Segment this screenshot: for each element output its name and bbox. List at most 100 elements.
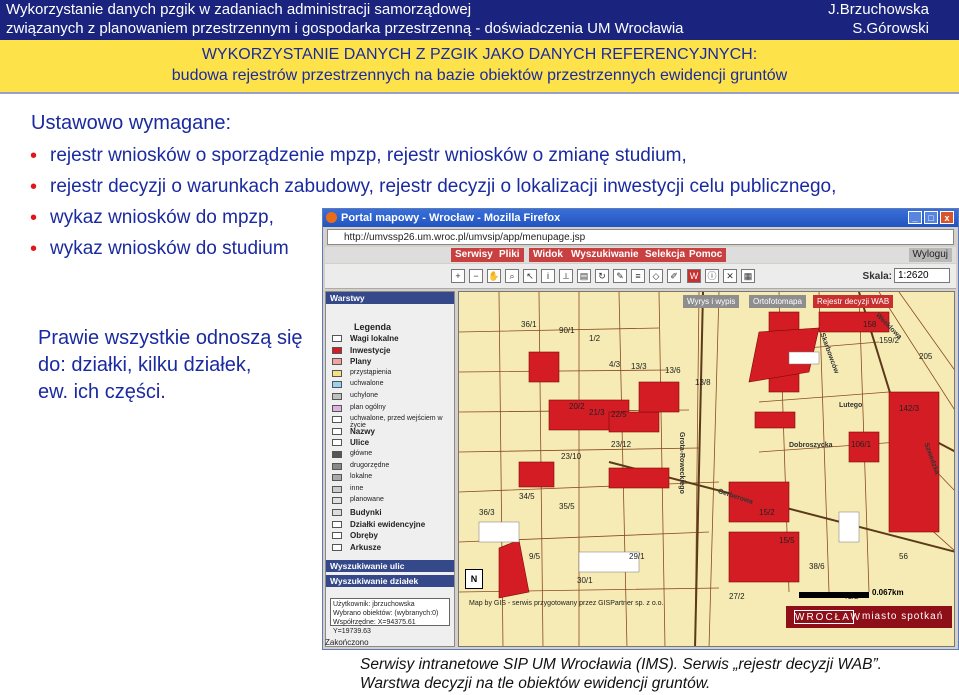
legend-swatch[interactable] <box>332 439 342 447</box>
minimize-icon[interactable]: _ <box>908 211 922 224</box>
parcel-number: 106/1 <box>851 440 872 449</box>
parcel-number: 34/5 <box>519 492 535 501</box>
parcel-number: 1/2 <box>589 334 601 343</box>
browser-status: Zakończono <box>325 638 369 647</box>
legend-title: Legenda <box>354 322 392 332</box>
note-text: Prawie wszystkie odnoszą się do: działki… <box>38 325 328 406</box>
legend-swatch[interactable] <box>332 335 342 342</box>
legend-swatch[interactable] <box>332 485 342 493</box>
selection-info: Wybrano obiektów: (wybranych:0) <box>333 610 439 617</box>
ruler-icon[interactable]: ≡ <box>631 269 645 283</box>
measure-icon[interactable]: ⟂ <box>559 269 573 283</box>
parcel-number: 13/8 <box>695 378 711 387</box>
layers-panel-title[interactable]: Warstwy <box>326 292 454 304</box>
parcel-number: 35/5 <box>559 502 575 511</box>
close-icon[interactable]: x <box>940 211 954 224</box>
legend-swatch[interactable] <box>332 543 342 551</box>
clear-icon[interactable]: ✕ <box>723 269 737 283</box>
legend-swatch[interactable] <box>332 451 342 458</box>
legend-item-label: planowane <box>350 496 384 504</box>
tab-wyrys[interactable]: Wyrys i wypis <box>683 295 740 308</box>
parcel-number: 36/3 <box>479 508 495 517</box>
scale-label: Skala: <box>862 271 892 282</box>
menu-pomoc[interactable]: Pomoc <box>685 248 727 262</box>
draw-icon[interactable]: ✎ <box>613 269 627 283</box>
pan-icon[interactable]: ✋ <box>487 269 501 283</box>
logout-button[interactable]: Wyloguj <box>908 248 952 262</box>
legend-item-label: przystąpienia <box>350 368 392 376</box>
caption-line-1: Serwisy intranetowe SIP UM Wrocławia (IM… <box>360 656 882 673</box>
header-line-2: związanych z planowaniem przestrzennym i… <box>6 20 684 37</box>
parcel-number: 38/6 <box>809 562 825 571</box>
print-icon[interactable]: ▤ <box>577 269 591 283</box>
legend-swatch[interactable] <box>332 497 342 505</box>
bullet-item: rejestr wniosków o sporządzenie mpzp, re… <box>30 142 836 173</box>
legend-swatch[interactable] <box>332 346 342 354</box>
legend-swatch[interactable] <box>332 369 342 377</box>
parcel-number: 30/1 <box>577 576 593 585</box>
menu-selekcja[interactable]: Selekcja <box>641 248 690 262</box>
legend-swatch[interactable] <box>332 404 342 412</box>
map-view[interactable]: 36/1 90/1 1/2 4/3 13/3 13/6 13/8 20/2 21/3 22/5 23… <box>458 291 955 647</box>
parcel-number: 9/5 <box>529 552 541 561</box>
tab-ortofotomapa[interactable]: Ortofotomapa <box>749 295 806 308</box>
zoom-out-icon[interactable]: − <box>469 269 483 283</box>
street-label: Lutego <box>839 402 863 409</box>
scale-input[interactable]: 1:2620 <box>894 268 950 283</box>
address-bar[interactable]: http://umvssp26.um.wroc.pl/umvsip/app/me… <box>327 229 954 245</box>
parcel-number: 20/2 <box>569 402 585 411</box>
legend-item-label: Ulice <box>350 438 370 448</box>
legend-item-label: drugorzędne <box>350 461 390 469</box>
identify-icon[interactable]: i <box>541 269 555 283</box>
legend-swatch[interactable] <box>332 520 342 528</box>
scale-bar-label: 0.067km <box>872 588 904 597</box>
legend-swatch[interactable] <box>332 462 342 470</box>
edit-icon[interactable]: ✐ <box>667 269 681 283</box>
author-1: J.Brzuchowska <box>828 1 929 18</box>
title-band: WYKORZYSTANIE DANYCH Z PZGIK JAKO DANYCH… <box>0 40 959 92</box>
menu-widok[interactable]: Widok <box>529 248 567 262</box>
legend-swatch[interactable] <box>332 381 342 389</box>
wab-icon[interactable]: W <box>687 269 701 283</box>
user-info: Użytkownik: jbrzuchowska <box>333 601 415 608</box>
caption-line-2: Warstwa decyzji na tle obiektów ewidencj… <box>360 675 711 692</box>
legend-swatch[interactable] <box>332 474 342 482</box>
legend-item-label: Plany <box>350 357 372 367</box>
refresh-icon[interactable]: ↻ <box>595 269 609 283</box>
street-label: Dobroszycka <box>789 442 833 449</box>
tab-rejestr-decyzji[interactable]: Rejestr decyzji WAB <box>813 295 894 308</box>
legend-item-label: lokalne <box>350 473 373 481</box>
info-icon[interactable]: ⓘ <box>705 269 719 283</box>
legend-swatch[interactable] <box>332 393 342 400</box>
parcel-number: 22/5 <box>611 410 627 419</box>
parcel-number: 90/1 <box>559 326 575 335</box>
note-line: do: działki, kilku działek, <box>38 354 252 376</box>
browser-title: Portal mapowy - Wrocław - Mozilla Firefo… <box>341 212 561 224</box>
menu-wyszukiwanie[interactable]: Wyszukiwanie <box>567 248 643 262</box>
search-streets-panel[interactable]: Wyszukiwanie ulic <box>326 560 454 572</box>
search-parcels-panel[interactable]: Wyszukiwanie działek <box>326 575 454 587</box>
legend-item-label: inne <box>350 484 364 492</box>
zoom-in-icon[interactable]: + <box>451 269 465 283</box>
map-toolbar: + − ✋ ⌕ ↖ i ⟂ ▤ ↻ ✎ ≡ ◇ ✐ W ⓘ ✕ ▦ Skala:… <box>325 264 956 289</box>
select-icon[interactable]: ↖ <box>523 269 537 283</box>
parcel-number: 23/10 <box>561 452 582 461</box>
browser-window: Portal mapowy - Wrocław - Mozilla Firefo… <box>322 208 959 650</box>
author-2: S.Górowski <box>852 20 929 37</box>
maximize-icon[interactable]: □ <box>924 211 938 224</box>
legend-swatch[interactable] <box>332 416 342 424</box>
legend-swatch[interactable] <box>332 509 342 516</box>
note-line: ew. ich części. <box>38 381 166 403</box>
legend-swatch[interactable] <box>332 358 342 366</box>
parcel-number: 23/12 <box>611 440 632 449</box>
table-icon[interactable]: ▦ <box>741 269 755 283</box>
menu-pliki[interactable]: Pliki <box>495 248 524 262</box>
legend-item-label: Inwestycje <box>350 345 391 355</box>
menu-serwisy[interactable]: Serwisy <box>451 248 497 262</box>
zoom-window-icon[interactable]: ⌕ <box>505 269 519 283</box>
polygon-icon[interactable]: ◇ <box>649 269 663 283</box>
legend-swatch[interactable] <box>332 427 342 435</box>
wroclaw-logo-text: WROCŁAW <box>794 610 862 624</box>
app-menubar: Serwisy Pliki Widok Wyszukiwanie Selekcj… <box>325 247 956 263</box>
legend-swatch[interactable] <box>332 532 342 540</box>
